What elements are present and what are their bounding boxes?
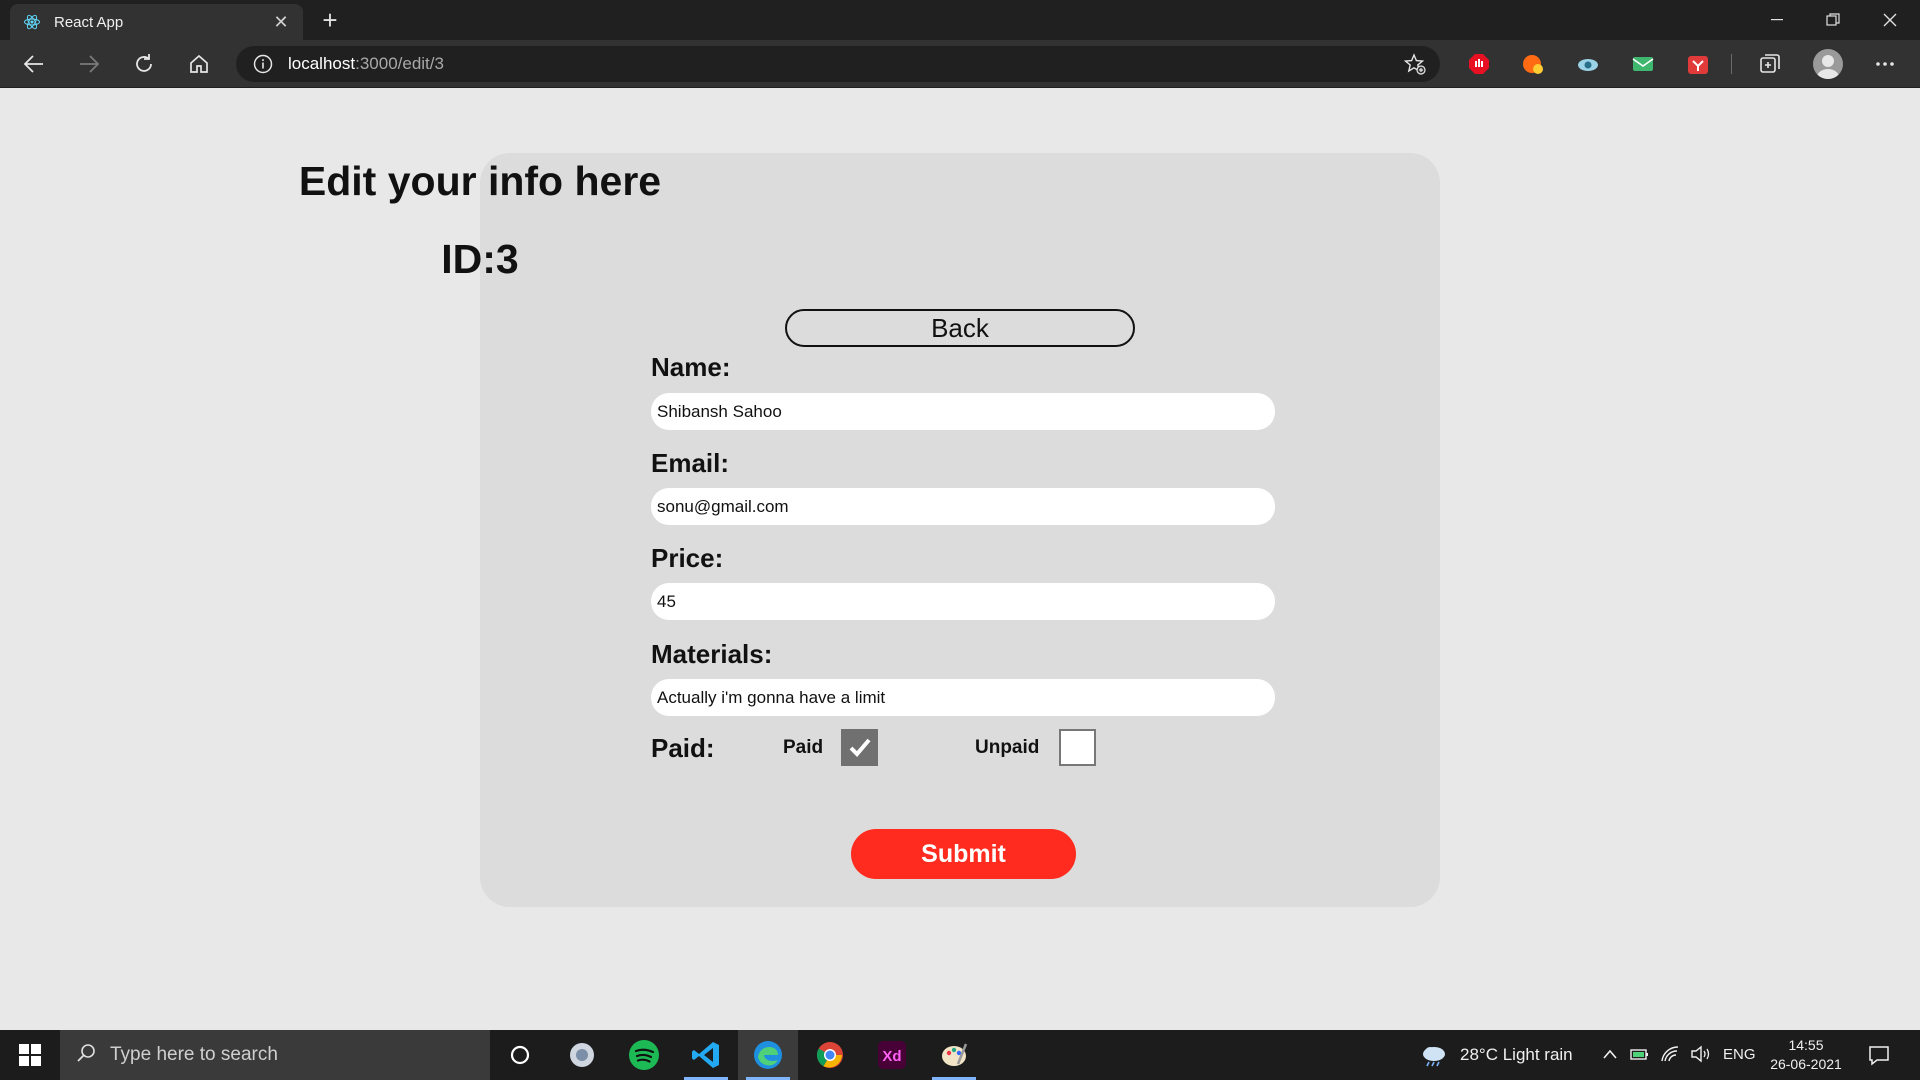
name-input[interactable] — [651, 393, 1275, 430]
toolbar-separator — [1731, 54, 1732, 74]
paint-icon[interactable] — [924, 1030, 984, 1080]
honey-extension-icon[interactable] — [1521, 52, 1545, 76]
paid-label: Paid: — [651, 733, 715, 763]
eye-extension-icon[interactable] — [1576, 52, 1600, 76]
forward-arrow-icon[interactable] — [71, 48, 107, 80]
chevron-up-icon[interactable] — [1602, 1047, 1618, 1065]
refresh-icon[interactable] — [126, 48, 162, 80]
chrome-icon[interactable] — [800, 1030, 860, 1080]
adblock-extension-icon[interactable] — [1467, 52, 1491, 76]
materials-input[interactable] — [651, 679, 1275, 716]
record-id: ID:3 — [441, 236, 519, 282]
unpaid-checkbox[interactable] — [1059, 729, 1096, 766]
back-arrow-icon[interactable] — [16, 48, 52, 80]
name-label: Name: — [651, 352, 731, 382]
paid-checkbox[interactable] — [841, 729, 878, 766]
email-label: Email: — [651, 448, 730, 478]
close-icon[interactable]: ✕ — [271, 12, 291, 33]
url-host: localhost — [288, 54, 356, 73]
checkmark-icon — [849, 738, 871, 757]
plus-icon[interactable]: + — [316, 6, 344, 34]
submit-button[interactable]: Submit — [851, 829, 1076, 879]
notification-icon[interactable] — [1868, 1044, 1890, 1071]
url-path: :3000/edit/3 — [355, 54, 444, 73]
adobe-xd-icon[interactable]: Xd — [862, 1030, 922, 1080]
address-bar[interactable]: localhost:3000/edit/3 — [236, 46, 1440, 82]
favorite-star-icon[interactable] — [1403, 53, 1426, 75]
battery-icon[interactable] — [1630, 1046, 1650, 1067]
svg-text:Xd: Xd — [882, 1048, 901, 1065]
spotify-icon[interactable] — [614, 1030, 674, 1080]
restore-icon[interactable] — [1805, 0, 1861, 40]
unpaid-option-label: Unpaid — [975, 737, 1040, 758]
search-placeholder: Type here to search — [110, 1044, 278, 1065]
wifi-icon[interactable] — [1660, 1045, 1680, 1068]
browser-titlebar: React App ✕ + — [0, 0, 1920, 40]
volume-icon[interactable] — [1690, 1045, 1712, 1068]
edge-icon[interactable] — [738, 1030, 798, 1080]
browser-tab[interactable]: React App ✕ — [10, 4, 303, 40]
window-close-icon[interactable] — [1862, 0, 1918, 40]
gift-extension-icon[interactable] — [1686, 52, 1710, 76]
price-label: Price: — [651, 543, 724, 573]
materials-label: Materials: — [651, 639, 773, 669]
info-icon[interactable] — [252, 53, 274, 75]
more-icon[interactable] — [1873, 52, 1897, 76]
clock[interactable]: 14:55 26-06-2021 — [1766, 1036, 1846, 1074]
search-icon — [76, 1043, 96, 1068]
windows-start-icon[interactable] — [0, 1030, 60, 1080]
clock-time: 14:55 — [1788, 1037, 1824, 1053]
music-app-icon[interactable] — [552, 1030, 612, 1080]
page-title: Edit your info here — [298, 158, 662, 204]
home-icon[interactable] — [181, 48, 217, 80]
collections-icon[interactable] — [1758, 52, 1782, 76]
price-input[interactable] — [651, 583, 1275, 620]
react-icon — [22, 12, 42, 32]
cortana-icon[interactable] — [490, 1030, 550, 1080]
language-indicator[interactable]: ENG — [1723, 1046, 1756, 1063]
email-input[interactable] — [651, 488, 1275, 525]
weather-icon[interactable] — [1420, 1043, 1448, 1072]
windows-taskbar: Type here to search Xd 28°C Light rain E… — [0, 1030, 1920, 1080]
profile-icon[interactable] — [1813, 49, 1843, 79]
browser-toolbar: localhost:3000/edit/3 — [0, 40, 1920, 88]
taskbar-search[interactable]: Type here to search — [60, 1030, 490, 1080]
weather-text[interactable]: 28°C Light rain — [1460, 1045, 1573, 1065]
tab-title: React App — [54, 13, 124, 31]
paid-option-label: Paid — [783, 737, 824, 758]
minimize-icon[interactable] — [1749, 0, 1805, 40]
clock-date: 26-06-2021 — [1770, 1056, 1842, 1072]
back-button[interactable]: Back — [785, 309, 1135, 347]
vscode-icon[interactable] — [676, 1030, 736, 1080]
mail-extension-icon[interactable] — [1631, 52, 1655, 76]
